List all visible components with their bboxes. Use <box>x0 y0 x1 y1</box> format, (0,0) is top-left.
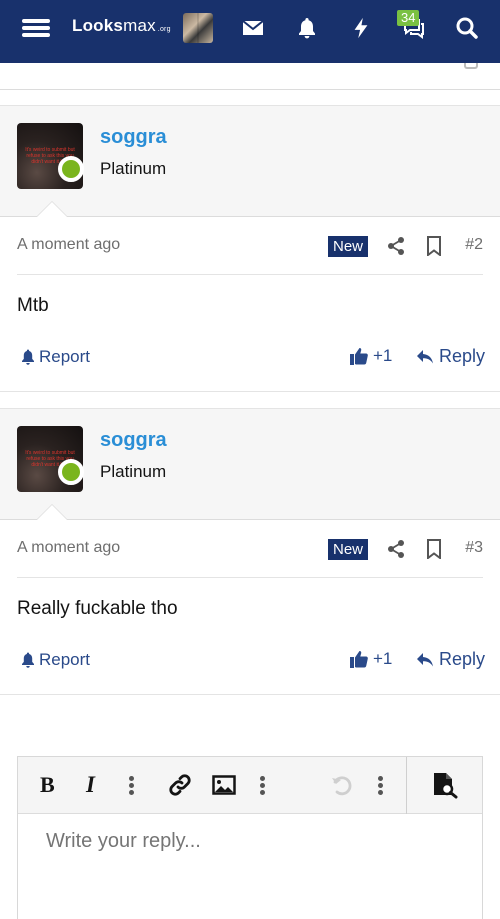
toolbar-divider <box>406 757 407 814</box>
thumbs-up-icon <box>350 348 368 365</box>
reply-icon <box>417 349 433 363</box>
cut-off-icon <box>464 63 478 69</box>
avatar[interactable] <box>183 13 213 43</box>
undo-icon[interactable] <box>329 771 355 799</box>
bell-icon <box>22 652 34 668</box>
previous-post-footer <box>0 63 500 90</box>
header-pointer <box>36 504 68 520</box>
link-icon[interactable] <box>167 771 193 799</box>
bell-icon[interactable] <box>295 0 319 56</box>
post-actions: Report +1 Reply <box>0 337 500 391</box>
username-link[interactable]: soggra <box>100 429 167 452</box>
preview-icon[interactable] <box>429 771 459 799</box>
thumbs-up-icon <box>350 651 368 668</box>
more-insert-options-icon[interactable] <box>259 771 265 799</box>
bell-icon <box>22 349 34 365</box>
post-message: Mtb <box>17 295 49 316</box>
like-count: +1 <box>373 649 393 668</box>
editor-toolbar: B I <box>18 757 482 814</box>
site-logo[interactable]: Looks max .org <box>72 16 171 36</box>
post-meta: A moment ago New #2 <box>17 217 483 275</box>
new-badge: New <box>328 236 369 257</box>
logo-letter: L <box>72 16 83 35</box>
logo-part: ooks <box>82 16 124 35</box>
like-count: +1 <box>373 346 393 365</box>
post-message: Really fuckable tho <box>17 598 178 619</box>
post-actions: Report +1 Reply <box>0 640 500 694</box>
reply-button[interactable]: Reply <box>416 346 485 367</box>
post-time-link[interactable]: A moment ago <box>17 539 120 557</box>
username-link[interactable]: soggra <box>100 126 167 149</box>
like-button[interactable]: +1 <box>349 346 392 366</box>
bookmark-icon[interactable] <box>425 236 443 256</box>
bookmark-icon[interactable] <box>425 539 443 559</box>
bold-button[interactable]: B <box>40 771 55 799</box>
reply-button[interactable]: Reply <box>416 649 485 670</box>
post: It's weird to submit but refuse to ask t… <box>0 105 500 392</box>
logo-suffix: .org <box>157 26 171 33</box>
header-pointer <box>36 201 68 217</box>
new-badge: New <box>328 539 369 560</box>
post-user-header: It's weird to submit but refuse to ask t… <box>0 409 500 520</box>
share-icon[interactable] <box>386 236 406 256</box>
post-number-link[interactable]: #2 <box>465 236 483 254</box>
italic-button[interactable]: I <box>86 771 95 799</box>
user-title: Platinum <box>100 159 167 178</box>
reply-label: Reply <box>439 649 486 669</box>
more-text-options-icon[interactable] <box>128 771 134 799</box>
report-label: Report <box>39 347 91 366</box>
online-status-icon <box>58 156 84 182</box>
post-meta: A moment ago New #3 <box>17 520 483 578</box>
share-icon[interactable] <box>386 539 406 559</box>
report-label: Report <box>39 650 91 669</box>
post-body: Mtb <box>0 275 500 337</box>
more-options-icon[interactable] <box>377 771 383 799</box>
report-button[interactable]: Report <box>20 650 90 670</box>
mail-icon[interactable] <box>240 0 266 56</box>
reply-input[interactable] <box>46 830 466 853</box>
alerts-badge: 34 <box>397 10 420 26</box>
chat-icon[interactable] <box>400 0 428 56</box>
like-button[interactable]: +1 <box>349 649 392 669</box>
top-navbar: Looks max .org 34 <box>0 0 500 63</box>
report-button[interactable]: Report <box>20 347 90 367</box>
reply-editor: B I <box>17 756 483 919</box>
user-title: Platinum <box>100 462 167 481</box>
search-icon[interactable] <box>454 0 480 56</box>
post: It's weird to submit but refuse to ask t… <box>0 408 500 695</box>
post-user-header: It's weird to submit but refuse to ask t… <box>0 106 500 217</box>
reply-label: Reply <box>439 346 486 366</box>
post-number-link[interactable]: #3 <box>465 539 483 557</box>
reply-icon <box>417 652 433 666</box>
menu-icon[interactable] <box>20 0 52 56</box>
post-time-link[interactable]: A moment ago <box>17 236 120 254</box>
lightning-icon[interactable] <box>350 0 372 56</box>
image-icon[interactable] <box>211 771 237 799</box>
logo-part-light: max <box>123 16 156 35</box>
online-status-icon <box>58 459 84 485</box>
post-body: Really fuckable tho <box>0 578 500 640</box>
